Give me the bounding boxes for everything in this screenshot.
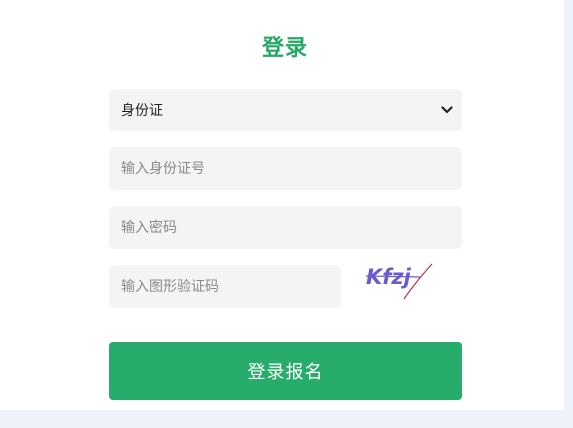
id-type-select[interactable]: 身份证 [109, 89, 462, 131]
login-card: 登录 身份证 Kfzj 登录报名 [0, 0, 564, 410]
id-number-input[interactable] [109, 147, 462, 190]
id-type-selected-value: 身份证 [121, 103, 163, 119]
submit-registration-button[interactable]: 登录报名 [109, 342, 462, 400]
chevron-down-icon [440, 103, 454, 117]
password-input[interactable] [109, 206, 462, 249]
login-title: 登录 [261, 36, 308, 61]
captcha-input[interactable] [109, 265, 341, 308]
captcha-image[interactable]: Kfzj [362, 262, 436, 302]
